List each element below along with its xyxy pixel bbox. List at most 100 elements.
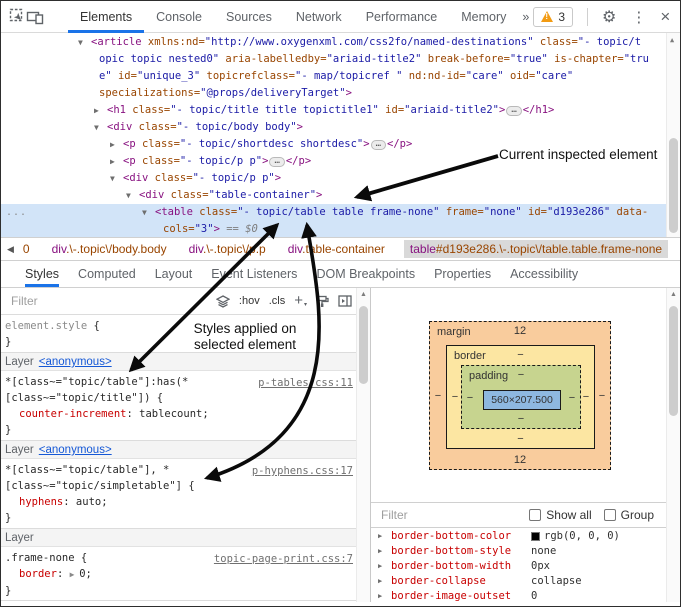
computed-property-row[interactable]: ▶border-image-outset0 [371, 589, 666, 602]
border-bottom-value[interactable]: − [447, 433, 594, 445]
close-icon[interactable]: × [660, 7, 670, 27]
scrollbar-thumb[interactable] [669, 138, 678, 233]
expand-chevron-icon[interactable]: ▶ [378, 544, 382, 559]
more-tabs-icon[interactable]: » [518, 1, 533, 33]
margin-right-value[interactable]: − [596, 390, 608, 402]
expand-chevron-icon[interactable]: ▶ [378, 559, 382, 574]
css-declaration[interactable]: border: ▶ 0; [1, 566, 370, 583]
computed-property-row[interactable]: ▶border-bottom-width0px [371, 559, 666, 574]
dom-node-line[interactable]: ▶<h1 class="- topic/title title topictit… [1, 102, 680, 119]
collapsed-content-icon[interactable]: … [269, 157, 284, 167]
tab-styles[interactable]: Styles [25, 261, 59, 287]
dom-node-line[interactable]: ...▼<table class="- topic/table table fr… [1, 204, 680, 221]
expand-chevron-icon[interactable]: ▶ [110, 136, 115, 153]
settings-gear-icon[interactable]: ⚙ [602, 7, 616, 27]
element-classes-button[interactable]: .cls [269, 295, 286, 307]
dom-node-line[interactable]: opic topic nested0" aria-labelledby="ari… [1, 51, 680, 68]
computed-property-row[interactable]: ▶border-bottom-colorrgb(0, 0, 0) [371, 529, 666, 544]
tab-layout[interactable]: Layout [155, 261, 193, 287]
collapsed-content-icon[interactable]: … [371, 140, 386, 150]
pseudo-layers-icon[interactable] [216, 295, 230, 308]
margin-bottom-value[interactable]: 12 [430, 454, 610, 466]
show-all-checkbox[interactable] [529, 509, 541, 521]
computed-property-row[interactable]: ▶border-collapsecollapse [371, 574, 666, 589]
expand-chevron-icon[interactable]: ▶ [94, 102, 99, 119]
margin-left-value[interactable]: − [432, 390, 444, 402]
new-style-rule-button[interactable]: +▾ [294, 295, 307, 308]
tab-network[interactable]: Network [284, 1, 354, 33]
more-options-icon[interactable]: ⋮ [631, 8, 646, 26]
css-selector[interactable]: [class~="topic/simpletable"] { [1, 478, 370, 494]
dom-node-line[interactable]: cols="3"> == $0 [1, 221, 680, 238]
show-all-toggle[interactable]: Show all [529, 508, 603, 522]
scroll-up-icon[interactable]: ▲ [360, 291, 367, 298]
breadcrumb-item[interactable]: table#d193e286.\-.topic\/table.table.fra… [404, 240, 668, 258]
stylesheet-source-link[interactable]: p-hyphens.css:17 [252, 463, 353, 479]
tab-event-listeners[interactable]: Event Listeners [211, 261, 297, 287]
device-toolbar-icon[interactable] [26, 6, 44, 28]
scroll-up-icon[interactable]: ▲ [670, 36, 674, 44]
css-declaration[interactable]: counter-increment: tablecount; [1, 406, 370, 422]
dom-node-line[interactable]: ▼<div class="- topic/p p"> [1, 170, 680, 187]
css-selector[interactable]: [class~="topic/title"]) { [1, 390, 370, 406]
styles-filter-input[interactable] [9, 293, 207, 309]
dom-scrollbar[interactable]: ▲ [666, 33, 680, 238]
box-model-content[interactable]: 560×207.500 [483, 390, 561, 410]
group-checkbox[interactable] [604, 509, 616, 521]
breadcrumb-item[interactable]: 0 [20, 240, 33, 258]
box-model-padding[interactable]: padding − − − − 560×207.500 [461, 365, 581, 429]
issues-badge[interactable]: 3 [533, 7, 573, 27]
padding-left-value[interactable]: − [464, 392, 476, 404]
expand-chevron-icon[interactable]: ▼ [142, 204, 147, 221]
scrollbar-thumb[interactable] [669, 306, 678, 416]
scroll-up-icon[interactable]: ▲ [670, 291, 677, 298]
css-declaration[interactable]: hyphens: auto; [1, 494, 370, 510]
styles-scrollbar[interactable]: ▲ [356, 288, 370, 602]
group-toggle[interactable]: Group [604, 508, 658, 522]
tab-performance[interactable]: Performance [354, 1, 450, 33]
expand-chevron-icon[interactable]: ▶ [110, 153, 115, 170]
tab-dom-breakpoints[interactable]: DOM Breakpoints [316, 261, 415, 287]
dom-node-line[interactable]: specializations="@props/deliveryTarget"> [1, 85, 680, 102]
expand-chevron-icon[interactable]: ▼ [78, 34, 83, 51]
computed-filter-input[interactable] [379, 507, 469, 523]
padding-top-value[interactable]: − [462, 369, 580, 381]
tab-computed[interactable]: Computed [78, 261, 136, 287]
tab-sources[interactable]: Sources [214, 1, 284, 33]
computed-property-row[interactable]: ▶border-bottom-stylenone [371, 544, 666, 559]
collapsed-content-icon[interactable]: … [506, 106, 521, 116]
breadcrumb-item[interactable]: div.table-container [285, 240, 388, 258]
expand-chevron-icon[interactable]: ▼ [110, 170, 115, 187]
box-model-border[interactable]: border − − − − padding − − − − 560×207 [446, 345, 595, 449]
padding-right-value[interactable]: − [566, 392, 578, 404]
border-right-value[interactable]: − [580, 391, 592, 403]
padding-bottom-value[interactable]: − [462, 413, 580, 425]
dom-node-line[interactable]: ▼<div class="- topic/body body"> [1, 119, 680, 136]
box-model-margin[interactable]: margin 12 12 − − border − − − − padding … [429, 321, 611, 470]
toggle-sidebar-icon[interactable] [338, 295, 352, 307]
inspect-element-icon[interactable] [9, 6, 26, 28]
layer-link[interactable]: <anonymous> [39, 356, 112, 368]
expand-chevron-icon[interactable]: ▼ [126, 187, 131, 204]
margin-top-value[interactable]: 12 [430, 325, 610, 337]
hover-state-button[interactable]: :hov [239, 295, 260, 307]
rendering-emulation-icon[interactable] [316, 295, 329, 308]
layer-link[interactable]: <anonymous> [39, 444, 112, 456]
breadcrumb-back-icon[interactable]: ◀ [1, 244, 20, 255]
tab-properties[interactable]: Properties [434, 261, 491, 287]
expand-chevron-icon[interactable]: ▶ [378, 589, 382, 602]
expand-value-icon[interactable]: ▶ [70, 570, 80, 579]
stylesheet-source-link[interactable]: topic-page-print.css:7 [214, 551, 353, 567]
tab-memory[interactable]: Memory [449, 1, 518, 33]
expand-chevron-icon[interactable]: ▼ [94, 119, 99, 136]
scrollbar-thumb[interactable] [359, 306, 368, 384]
expand-chevron-icon[interactable]: ▶ [378, 529, 382, 544]
tab-elements[interactable]: Elements [68, 1, 144, 33]
border-top-value[interactable]: − [447, 349, 594, 361]
expand-chevron-icon[interactable]: ▶ [378, 574, 382, 589]
node-options-icon[interactable]: ... [6, 204, 27, 221]
tab-console[interactable]: Console [144, 1, 214, 33]
box-model-diagram[interactable]: margin 12 12 − − border − − − − padding … [429, 321, 611, 470]
color-swatch[interactable] [531, 532, 540, 541]
dom-node-line[interactable]: ▼<div class="table-container"> [1, 187, 680, 204]
